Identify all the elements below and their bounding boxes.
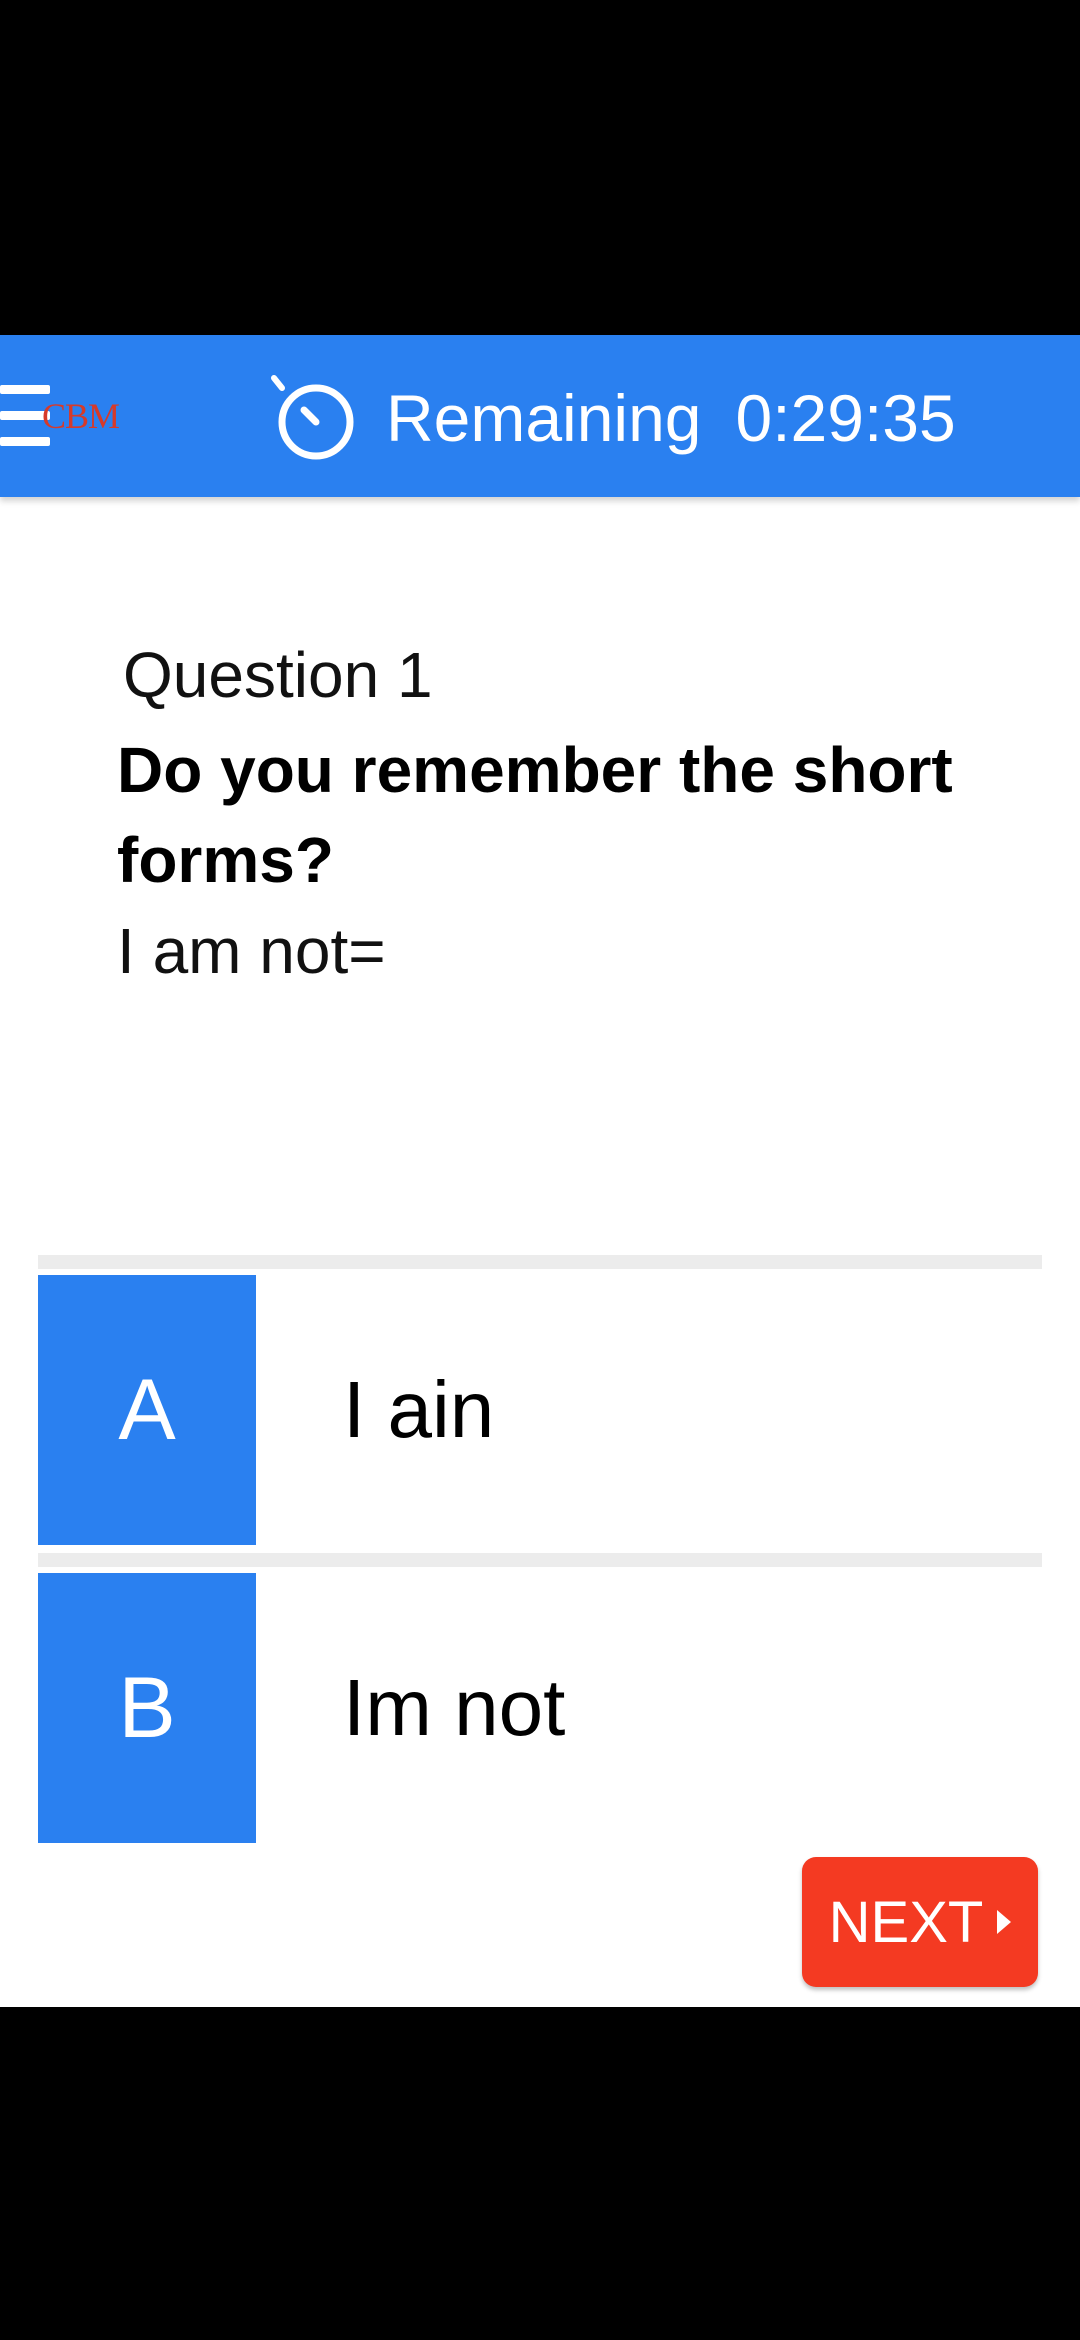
option-letter: A	[118, 1361, 176, 1458]
option-text: Im not	[343, 1663, 566, 1752]
option-b[interactable]: B Im not	[38, 1553, 1042, 1843]
option-letter: B	[118, 1659, 176, 1756]
question-block: Question 1 Do you remember the short for…	[117, 635, 1017, 991]
quiz-app: CBM Remaining 0:29:35 Question 1 Do you …	[0, 335, 1080, 2007]
timer-value: 0:29:35	[735, 381, 956, 455]
app-logo: CBM	[42, 396, 120, 436]
next-label: NEXT	[828, 1889, 984, 1955]
divider	[38, 1553, 1042, 1567]
screen: CBM Remaining 0:29:35 Question 1 Do you …	[0, 0, 1080, 2340]
timer-label: Remaining	[386, 381, 702, 455]
question-prompt: I am not=	[117, 915, 386, 987]
divider	[38, 1255, 1042, 1269]
option-letter-box: A	[38, 1275, 256, 1545]
status-area	[0, 0, 1080, 335]
question-number: Question 1	[123, 639, 433, 711]
question-title: Do you remember the short forms?	[117, 734, 953, 896]
next-button[interactable]: NEXT	[802, 1857, 1038, 1987]
option-a[interactable]: A I ain	[38, 1255, 1042, 1545]
app-bar: CBM Remaining 0:29:35	[0, 335, 1080, 497]
option-letter-box: B	[38, 1573, 256, 1843]
navigation-area	[0, 2007, 1080, 2340]
option-text: I ain	[343, 1365, 495, 1454]
next-arrow-icon	[997, 1910, 1012, 1934]
menu-button[interactable]: CBM	[0, 377, 160, 457]
remaining-timer: Remaining 0:29:35	[270, 363, 956, 473]
stopwatch-icon	[271, 375, 354, 460]
